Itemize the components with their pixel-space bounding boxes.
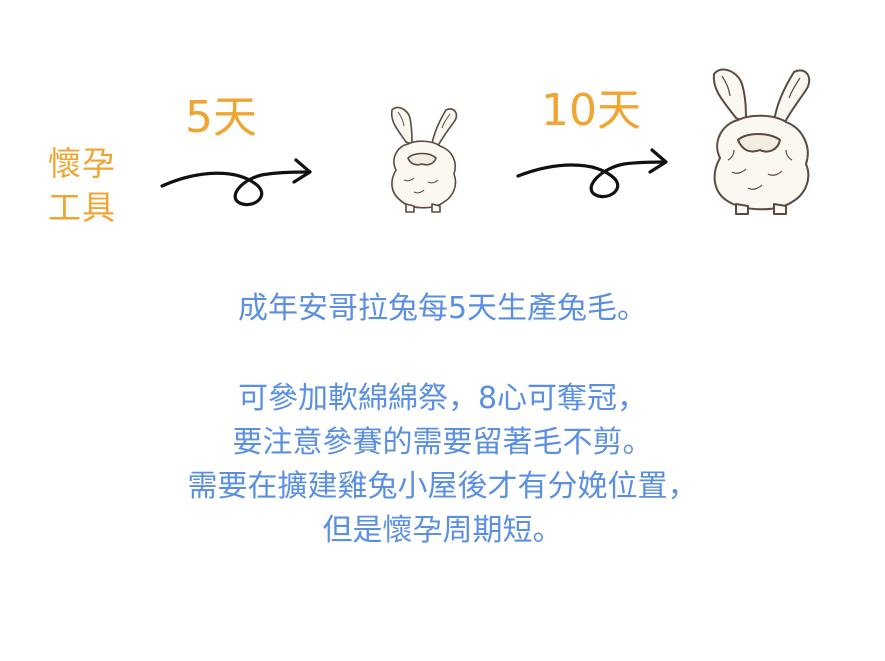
details-line: 但是懷孕周期短。 [322,513,563,548]
curved-arrow-icon [160,158,312,207]
small-angora-rabbit-icon [390,106,458,213]
pregnancy-tool-label: 懷孕 工具 [48,142,128,230]
details-text: 可參加軟綿綿祭，8心可奪冠， 要注意參賽的需要留著毛不剪。 需要在擴建雞兔小屋後… [0,377,885,553]
stage-label-5-days: 5天 [185,92,257,143]
tool-label-line1: 懷孕 [48,144,116,183]
curved-arrow-icon [516,148,668,199]
stage-label-10-days: 10天 [541,85,641,136]
details-line: 可參加軟綿綿祭，8心可奪冠， [237,381,648,416]
large-angora-rabbit-icon [712,68,811,215]
summary-text: 成年安哥拉兔每5天生產兔毛。 [237,291,648,326]
details-line: 需要在擴建雞兔小屋後才有分娩位置， [187,469,698,504]
tool-label-line2: 工具 [48,188,116,227]
details-line: 要注意參賽的需要留著毛不剪。 [232,425,653,460]
